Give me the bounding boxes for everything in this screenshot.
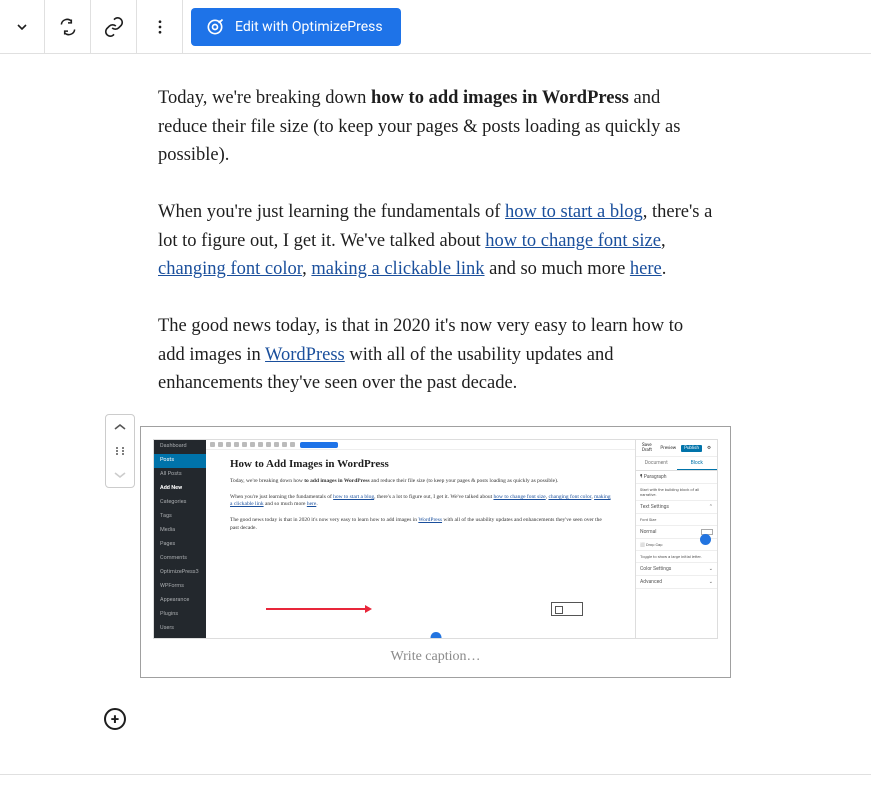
image-block[interactable]: Dashboard Posts All Posts Add New Catego…: [140, 426, 731, 678]
link-here[interactable]: here: [630, 259, 662, 279]
drag-handle[interactable]: [106, 439, 134, 463]
red-arrow-icon: [266, 608, 366, 610]
post-content: Today, we're breaking down how to add im…: [0, 54, 871, 398]
link-changing-font-color[interactable]: changing font color: [158, 259, 302, 279]
align-dropdown-button[interactable]: [0, 0, 45, 54]
mini-para-1: Today, we're breaking down how to add im…: [230, 478, 611, 486]
resize-handle-right[interactable]: [700, 534, 711, 545]
link-making-clickable-link[interactable]: making a clickable link: [311, 259, 484, 279]
mini-optimize-pill: [300, 442, 338, 448]
block-mover: [105, 414, 135, 488]
mini-para-3: The good news today is that in 2020 it's…: [230, 517, 611, 532]
mini-topbar: [206, 440, 635, 450]
nested-screenshot-image[interactable]: Dashboard Posts All Posts Add New Catego…: [153, 439, 718, 639]
mini-para-2: When you're just learning the fundamenta…: [230, 494, 611, 509]
plus-icon: +: [111, 712, 119, 727]
link-how-to-start-blog[interactable]: how to start a blog: [505, 202, 643, 222]
replace-button[interactable]: [45, 0, 91, 54]
add-block-button[interactable]: +: [104, 708, 126, 730]
mini-arrow-callout: [266, 602, 595, 616]
link-button[interactable]: [91, 0, 137, 54]
paragraph-2[interactable]: When you're just learning the fundamenta…: [158, 198, 713, 284]
mini-image-inserter: [551, 602, 583, 616]
mini-editor-area: How to Add Images in WordPress Today, we…: [206, 440, 717, 638]
paragraph-1[interactable]: Today, we're breaking down how to add im…: [158, 84, 713, 170]
paragraph-3[interactable]: The good news today, is that in 2020 it'…: [158, 312, 713, 398]
move-up-button[interactable]: [106, 415, 134, 439]
link-wordpress[interactable]: WordPress: [265, 345, 345, 365]
footer-divider: [0, 774, 871, 791]
image-caption-input[interactable]: Write caption…: [153, 649, 718, 665]
more-options-button[interactable]: [137, 0, 183, 54]
link-change-font-size[interactable]: how to change font size: [485, 231, 661, 251]
target-icon: [205, 17, 225, 37]
optimize-label: Edit with OptimizePress: [235, 19, 383, 35]
edit-with-optimizepress-button[interactable]: Edit with OptimizePress: [191, 8, 401, 46]
move-down-button[interactable]: [106, 463, 134, 487]
resize-handle-bottom[interactable]: [430, 632, 441, 639]
mini-post-title: How to Add Images in WordPress: [230, 458, 611, 470]
mini-wp-sidebar: Dashboard Posts All Posts Add New Catego…: [154, 440, 206, 638]
block-toolbar: Edit with OptimizePress: [0, 0, 871, 54]
